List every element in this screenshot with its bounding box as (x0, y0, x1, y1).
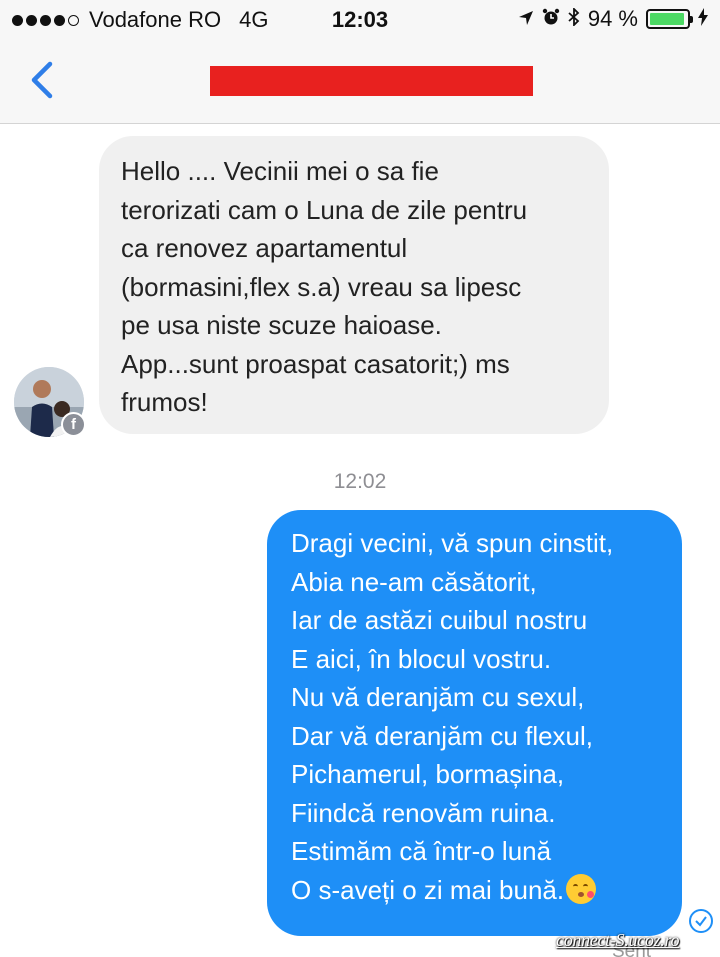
status-bar: Vodafone RO 4G 12:03 94 % (0, 0, 720, 40)
message-line: Abia ne-am căsătorit, (291, 566, 537, 597)
location-arrow-icon (518, 6, 534, 32)
bluetooth-icon (568, 6, 580, 32)
message-timestamp: 12:02 (333, 470, 387, 493)
message-line: Hello .... Vecinii mei o sa fie (121, 156, 439, 186)
message-line: ca renovez apartamentul (121, 233, 408, 263)
message-line: Nu vă deranjăm cu sexul, (291, 682, 585, 712)
message-line: App...sunt proaspat casatorit;) ms (121, 348, 510, 379)
message-line: Dragi vecini, vă spun cinstit, (291, 528, 614, 558)
charging-bolt-icon (698, 6, 708, 32)
message-line: frumos! (121, 387, 208, 417)
alarm-clock-icon (542, 6, 560, 32)
message-line: Pichamerul, bormașina, (291, 759, 565, 789)
battery-percent: 94 % (587, 6, 638, 31)
message-line: Fiindcă renovăm ruina. (291, 797, 556, 828)
chevron-left-icon (31, 61, 53, 99)
status-right: 94 % (518, 6, 708, 32)
outgoing-message-bubble[interactable]: Dragi vecini, vă spun cinstit, Abia ne-a… (267, 510, 682, 936)
message-line: Iar de astăzi cuibul nostru (291, 605, 588, 635)
watermark: connect-S.ucoz.ro (556, 930, 680, 950)
message-line: terorizati cam o Luna de zile pentru (121, 194, 528, 225)
message-line: O s-aveți o zi mai bună. (291, 874, 565, 905)
message-line: Estimăm că într-o lună (291, 836, 552, 866)
battery-fill (650, 13, 684, 25)
back-button[interactable] (22, 58, 66, 102)
nav-bar (0, 40, 720, 124)
message-line: E aici, în blocul vostru. (291, 643, 552, 674)
message-last-line: O s-aveți o zi mai bună. (291, 871, 658, 910)
incoming-message-bubble[interactable]: Hello .... Vecinii mei o sa fie teroriza… (99, 136, 609, 434)
kissing-face-emoji-icon (566, 873, 597, 904)
battery-icon (646, 9, 693, 29)
message-line: pe usa niste scuze haioase. (121, 310, 442, 340)
message-line: Dar vă deranjăm cu flexul, (291, 720, 594, 751)
sent-checkmark-icon (689, 909, 713, 933)
facebook-badge-icon: f (61, 412, 86, 437)
message-line: (bormasini,flex s.a) vreau sa lipesc (121, 271, 522, 302)
contact-name-redacted (210, 66, 533, 96)
